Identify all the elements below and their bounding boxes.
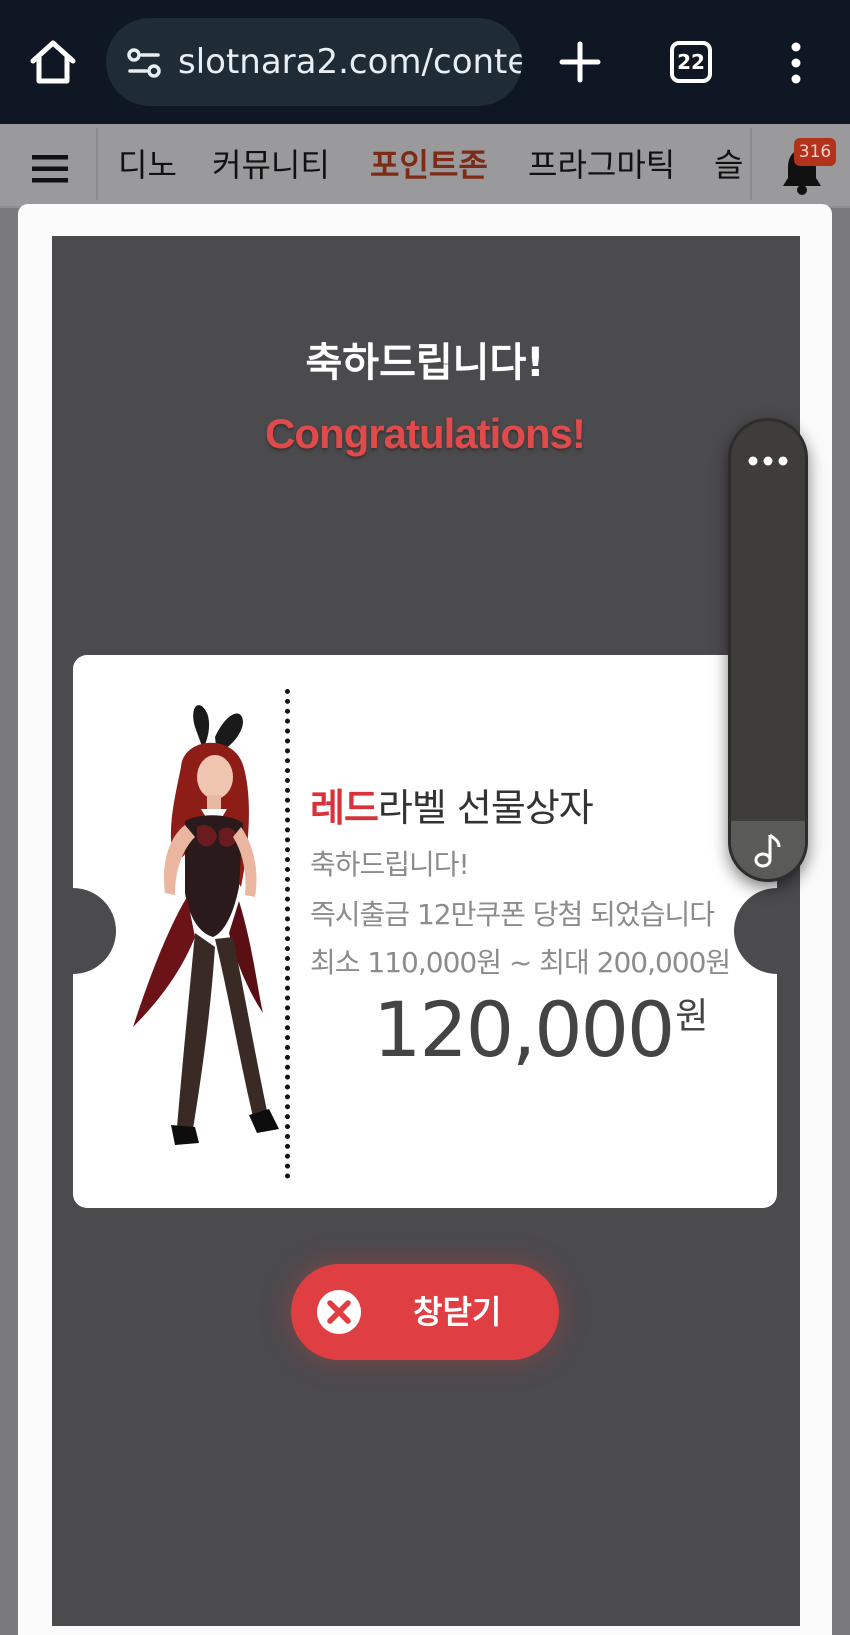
nav-divider [750,128,752,200]
prize-amount: 120,000원 [373,985,708,1074]
prize-amount-unit: 원 [675,996,709,1037]
popup-title: 축하드립니다! [305,340,545,386]
plus-icon[interactable] [556,38,604,86]
close-window-label: 창닫기 [413,1293,502,1331]
nav-item-casino[interactable]: 디노 [118,124,177,206]
ticket-perforation [285,689,290,1179]
close-window-button[interactable]: 창닫기 [291,1264,559,1360]
nav-item-point-zone[interactable]: 포인트존 [370,124,488,206]
url-text: slotnara2.com/conte [178,42,522,82]
nav-items: 디노 커뮤니티 포인트존 프라그마틱 슬 [98,124,750,206]
prize-title-highlight: 레드 [310,786,379,830]
prize-ticket: 레드라벨 선물상자 축하드립니다! 즉시출금 12만쿠폰 당첨 되었습니다 최소… [73,655,777,1208]
prize-range: 최소 110,000원 ~ 최대 200,000원 [310,946,731,979]
site-settings-icon[interactable] [126,48,162,78]
music-button[interactable] [731,821,805,879]
notification-badge: 316 [794,138,836,166]
nav-item-slot[interactable]: 슬 [714,124,743,206]
nav-item-pragmatic[interactable]: 프라그마틱 [528,124,675,206]
home-icon[interactable] [28,38,78,86]
prize-message: 축하드립니다! [310,848,470,881]
popup-subtitle: Congratulations! [265,410,586,457]
music-note-icon [754,833,781,868]
tabs-button[interactable]: 22 [670,41,712,83]
close-icon [317,1290,361,1334]
prize-message: 즉시출금 12만쿠폰 당첨 되었습니다 [310,898,715,931]
more-horiz-icon[interactable] [731,441,805,481]
character-illustration [133,705,279,1145]
prize-amount-value: 120,000 [373,985,675,1074]
hamburger-icon[interactable] [30,154,70,184]
more-vert-icon[interactable] [784,40,808,86]
prize-title-rest: 라벨 선물상자 [377,786,594,830]
site-nav: 디노 커뮤니티 포인트존 프라그마틱 슬 [0,124,850,208]
ticket-notch [734,888,777,974]
floating-side-panel[interactable] [728,418,808,882]
prize-title: 레드라벨 선물상자 [310,777,594,832]
browser-toolbar: slotnara2.com/conte 22 [0,0,850,124]
nav-item-community[interactable]: 커뮤니티 [212,124,330,206]
address-bar[interactable]: slotnara2.com/conte [106,18,522,106]
